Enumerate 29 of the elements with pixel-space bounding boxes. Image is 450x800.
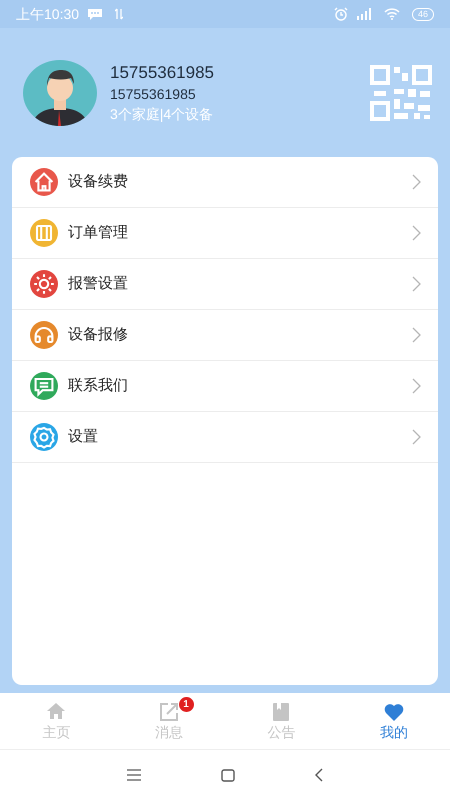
tab[interactable]: 我的 [338,693,450,749]
profile-name: 15755361985 [110,62,214,84]
chevron-right-icon [412,327,422,343]
menu-icon[interactable] [127,769,141,781]
chevron-right-icon [412,225,422,241]
profile-phone: 15755361985 [110,84,197,104]
heart-icon [382,701,406,723]
message-icon [87,8,104,20]
wifi-icon [384,8,400,20]
menu-item[interactable]: 订单管理 [12,208,438,259]
menu-item[interactable]: 联系我们 [12,361,438,412]
menu-item[interactable]: 报警设置 [12,259,438,310]
profile-summary: 3个家庭|4个设备 [110,104,214,124]
chevron-right-icon [412,276,422,292]
alarm-icon [334,7,348,21]
chevron-right-icon [412,174,422,190]
tab[interactable]: 消息 1 [112,693,225,749]
menu-item[interactable]: 设置 [12,412,438,463]
chevron-right-icon [412,378,422,394]
battery-indicator: 46 [412,8,434,20]
data-arrows-icon [115,8,124,20]
unread-badge: 1 [178,697,194,712]
home-button-icon[interactable] [221,768,235,782]
menu-item[interactable]: 设备报修 [12,310,438,361]
chevron-right-icon [412,429,422,445]
signal-icon [356,8,372,20]
status-time: 上午10:30 [16,4,80,24]
menu-item[interactable]: 设备续费 [12,157,438,208]
back-icon[interactable] [315,768,323,782]
